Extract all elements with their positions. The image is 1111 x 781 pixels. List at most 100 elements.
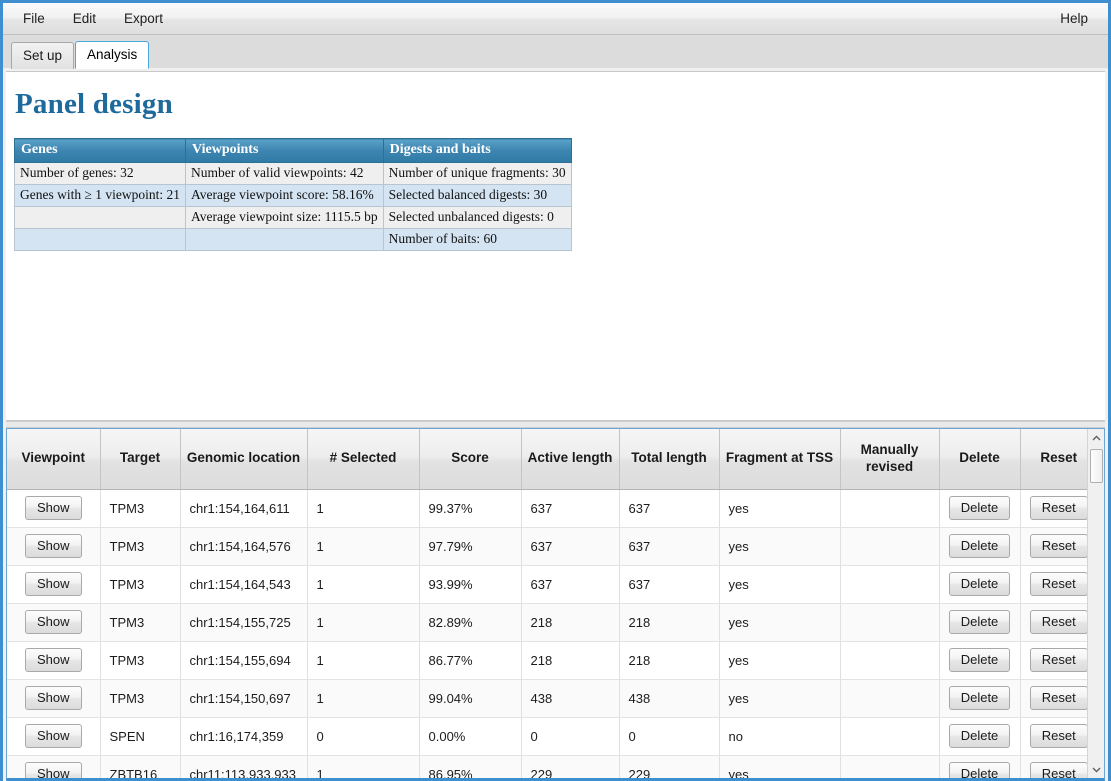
col-manually-revised[interactable]: Manually revised [840, 429, 940, 490]
cell-total-length: 438 [619, 679, 720, 718]
cell-reset: Reset [1020, 641, 1087, 680]
table-row: Show TPM3 chr1:154,150,697 1 99.04% 438 438 yes… [7, 679, 1087, 718]
summary-row: Genes with ≥ 1 viewpoint: 21 Average vie… [13, 184, 572, 207]
col-score[interactable]: Score [419, 429, 522, 490]
delete-button[interactable]: Delete [948, 609, 1011, 635]
reset-button[interactable]: Reset [1029, 761, 1087, 778]
cell-total-length: 637 [619, 527, 720, 566]
cell-total-length: 637 [619, 489, 720, 528]
cell-delete: Delete [939, 489, 1021, 528]
cell-num-selected: 1 [307, 603, 420, 642]
cell-total-length: 218 [619, 641, 720, 680]
menu-help[interactable]: Help [1046, 7, 1102, 30]
reset-button[interactable]: Reset [1029, 723, 1087, 749]
panel-summary-table: Genes Viewpoints Digests and baits Numbe… [13, 138, 572, 251]
summary-valid-viewpoints: Number of valid viewpoints: 42 [185, 162, 384, 185]
summary-number-of-genes: Number of genes: 32 [13, 162, 187, 185]
delete-button[interactable]: Delete [948, 495, 1011, 521]
reset-button[interactable]: Reset [1029, 533, 1087, 559]
cell-score: 99.04% [419, 679, 522, 718]
cell-num-selected: 1 [307, 679, 420, 718]
show-button[interactable]: Show [24, 723, 82, 749]
summary-number-of-baits: Number of baits: 60 [382, 228, 572, 251]
panel-splitter[interactable] [6, 421, 1105, 428]
summary-unbalanced-digests: Selected unbalanced digests: 0 [382, 206, 572, 229]
reset-button[interactable]: Reset [1029, 609, 1087, 635]
show-button[interactable]: Show [24, 533, 82, 559]
cell-genomic-location: chr1:154,155,694 [180, 641, 308, 680]
cell-fragment-at-tss: yes [719, 641, 841, 680]
tab-analysis[interactable]: Analysis [75, 41, 150, 69]
summary-row: Average viewpoint size: 1115.5 bp Select… [13, 206, 572, 229]
show-button[interactable]: Show [24, 609, 82, 635]
col-reset[interactable]: Reset [1020, 429, 1087, 490]
summary-header-genes: Genes [13, 138, 187, 163]
viewpoint-table-scroll: Viewpoint Target Genomic location # Sele… [7, 429, 1087, 778]
summary-row: Number of genes: 32 Number of valid view… [13, 162, 572, 185]
summary-average-score: Average viewpoint score: 58.16% [185, 184, 384, 207]
cell-score: 97.79% [419, 527, 522, 566]
menu-file[interactable]: File [9, 7, 59, 30]
show-button[interactable]: Show [24, 761, 82, 778]
cell-score: 86.77% [419, 641, 522, 680]
reset-button[interactable]: Reset [1029, 571, 1087, 597]
col-total-length[interactable]: Total length [619, 429, 720, 490]
cell-total-length: 637 [619, 565, 720, 604]
show-button[interactable]: Show [24, 495, 82, 521]
cell-active-length: 0 [521, 717, 620, 756]
col-viewpoint[interactable]: Viewpoint [7, 429, 101, 490]
delete-button[interactable]: Delete [948, 533, 1011, 559]
cell-manually-revised [840, 679, 940, 718]
cell-score: 82.89% [419, 603, 522, 642]
col-num-selected[interactable]: # Selected [307, 429, 420, 490]
cell-active-length: 438 [521, 679, 620, 718]
cell-target: SPEN [100, 717, 181, 756]
cell-target: TPM3 [100, 641, 181, 680]
cell-fragment-at-tss: yes [719, 603, 841, 642]
chevron-down-icon[interactable] [1088, 761, 1104, 778]
tab-set-up[interactable]: Set up [11, 42, 75, 69]
viewpoint-table-region: Viewpoint Target Genomic location # Sele… [6, 428, 1105, 781]
scrollbar-thumb[interactable] [1090, 449, 1103, 483]
cell-reset: Reset [1020, 565, 1087, 604]
col-delete[interactable]: Delete [939, 429, 1021, 490]
cell-manually-revised [840, 489, 940, 528]
cell-genomic-location: chr1:154,164,576 [180, 527, 308, 566]
show-button[interactable]: Show [24, 685, 82, 711]
vertical-scrollbar[interactable] [1087, 429, 1104, 778]
col-target[interactable]: Target [100, 429, 181, 490]
summary-header-digests: Digests and baits [382, 138, 572, 163]
cell-active-length: 218 [521, 641, 620, 680]
table-row: Show ZBTB16 chr11:113,933,933 1 86.95% 229 229… [7, 755, 1087, 778]
show-button[interactable]: Show [24, 571, 82, 597]
col-fragment-at-tss[interactable]: Fragment at TSS [719, 429, 841, 490]
cell-reset: Reset [1020, 489, 1087, 528]
cell-manually-revised [840, 603, 940, 642]
reset-button[interactable]: Reset [1029, 495, 1087, 521]
delete-button[interactable]: Delete [948, 647, 1011, 673]
cell-viewpoint: Show [7, 641, 101, 680]
cell-num-selected: 1 [307, 755, 420, 778]
table-row: Show TPM3 chr1:154,155,694 1 86.77% 218 218 yes… [7, 641, 1087, 680]
reset-button[interactable]: Reset [1029, 647, 1087, 673]
delete-button[interactable]: Delete [948, 761, 1011, 778]
table-header-row: Viewpoint Target Genomic location # Sele… [7, 429, 1087, 490]
chevron-up-icon[interactable] [1088, 429, 1104, 446]
menu-edit[interactable]: Edit [59, 7, 110, 30]
delete-button[interactable]: Delete [948, 571, 1011, 597]
cell-reset: Reset [1020, 527, 1087, 566]
reset-button[interactable]: Reset [1029, 685, 1087, 711]
menu-export[interactable]: Export [110, 7, 177, 30]
cell-score: 93.99% [419, 565, 522, 604]
cell-viewpoint: Show [7, 489, 101, 528]
col-active-length[interactable]: Active length [521, 429, 620, 490]
cell-genomic-location: chr1:154,164,611 [180, 489, 308, 528]
delete-button[interactable]: Delete [948, 723, 1011, 749]
cell-viewpoint: Show [7, 717, 101, 756]
cell-active-length: 229 [521, 755, 620, 778]
delete-button[interactable]: Delete [948, 685, 1011, 711]
show-button[interactable]: Show [24, 647, 82, 673]
cell-viewpoint: Show [7, 679, 101, 718]
col-genomic-location[interactable]: Genomic location [180, 429, 308, 490]
cell-active-length: 218 [521, 603, 620, 642]
